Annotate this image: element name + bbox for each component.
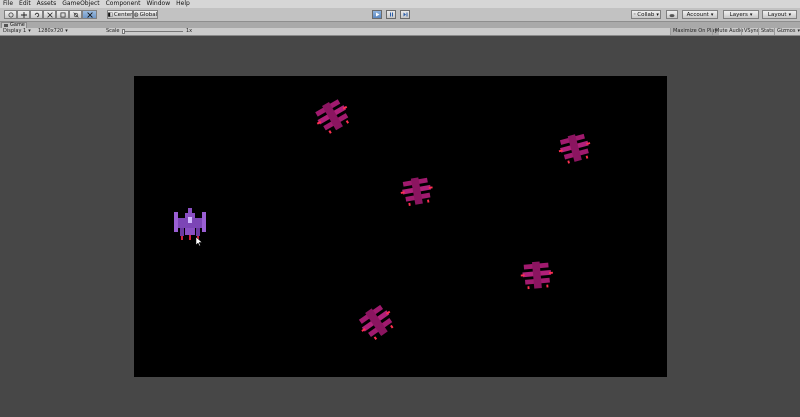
menu-component[interactable]: Component — [103, 0, 144, 8]
pause-button[interactable] — [386, 10, 396, 19]
menu-assets[interactable]: Assets — [34, 0, 60, 8]
display-label: Display 1 — [3, 28, 27, 34]
display-dropdown[interactable]: Display 1 — [3, 28, 31, 35]
rect-icon — [60, 12, 65, 17]
scale-value: 1x — [186, 28, 193, 34]
game-view-toolbar: Display 1 1280x720 Scale 1x Maximize On … — [0, 28, 800, 36]
move-icon — [20, 11, 27, 18]
scale-slider-track[interactable] — [123, 31, 183, 32]
game-view[interactable] — [134, 76, 667, 377]
play-button[interactable] — [372, 10, 382, 19]
space-toggle-button[interactable]: ◍ Global — [133, 10, 158, 19]
resolution-dropdown[interactable]: 1280x720 — [38, 28, 68, 35]
pause-icon — [389, 12, 393, 17]
account-label: Account — [686, 11, 709, 18]
step-button[interactable] — [400, 10, 410, 19]
globe-icon: ◍ — [133, 11, 139, 18]
collab-dropdown[interactable]: ◦ Collab — [631, 10, 661, 19]
hand-tool-button[interactable] — [4, 10, 17, 19]
collab-label: Collab — [637, 11, 655, 18]
gizmos-dropdown[interactable]: Gizmos — [774, 28, 800, 35]
game-controller-icon — [4, 24, 8, 27]
move-tool-button[interactable] — [17, 10, 30, 19]
cloud-icon — [669, 13, 675, 17]
resolution-label: 1280x720 — [38, 28, 64, 34]
pivot-label: Center — [113, 11, 133, 18]
enemy-ship — [520, 261, 553, 290]
rotate-tool-button[interactable] — [30, 10, 43, 19]
layers-label: Layers — [729, 11, 748, 18]
menu-bar: File Edit Assets GameObject Component Wi… — [0, 0, 800, 8]
enemy-ship — [358, 304, 394, 340]
enemy-ship — [558, 133, 591, 164]
space-label: Global — [139, 11, 158, 18]
layers-dropdown[interactable]: Layers — [723, 10, 759, 19]
pivot-icon: ◧ — [107, 11, 113, 18]
menu-gameobject[interactable]: GameObject — [59, 0, 102, 8]
menu-edit[interactable]: Edit — [16, 0, 34, 8]
transform-icon — [72, 11, 79, 18]
layout-dropdown[interactable]: Layout — [762, 10, 797, 19]
mouse-cursor-icon — [196, 237, 202, 246]
cloud-dot-icon: ◦ — [633, 11, 637, 18]
hand-icon — [8, 12, 13, 17]
transform-tool-button[interactable] — [69, 10, 82, 19]
menu-file[interactable]: File — [0, 0, 16, 8]
custom-tool-icon — [86, 11, 93, 18]
menu-help[interactable]: Help — [173, 0, 193, 8]
play-icon — [375, 12, 379, 17]
pivot-toggle-button[interactable]: ◧ Center — [107, 10, 133, 19]
layout-label: Layout — [767, 11, 787, 18]
cloud-button[interactable] — [666, 10, 678, 19]
scale-tool-button[interactable] — [43, 10, 56, 19]
main-toolbar: ◧ Center ◍ Global ◦ Collab Account Layer… — [0, 8, 800, 22]
scale-icon — [46, 11, 53, 18]
scale-label: Scale — [106, 28, 120, 34]
enemy-ship — [315, 99, 350, 134]
menu-window[interactable]: Window — [143, 0, 173, 8]
gizmos-label: Gizmos — [777, 28, 796, 34]
account-dropdown[interactable]: Account — [682, 10, 718, 19]
rotate-icon — [34, 12, 39, 17]
scale-slider-thumb[interactable] — [122, 29, 125, 34]
enemy-ship — [400, 177, 433, 206]
custom-tool-button[interactable] — [82, 10, 97, 19]
step-icon — [403, 12, 407, 17]
rect-tool-button[interactable] — [56, 10, 69, 19]
